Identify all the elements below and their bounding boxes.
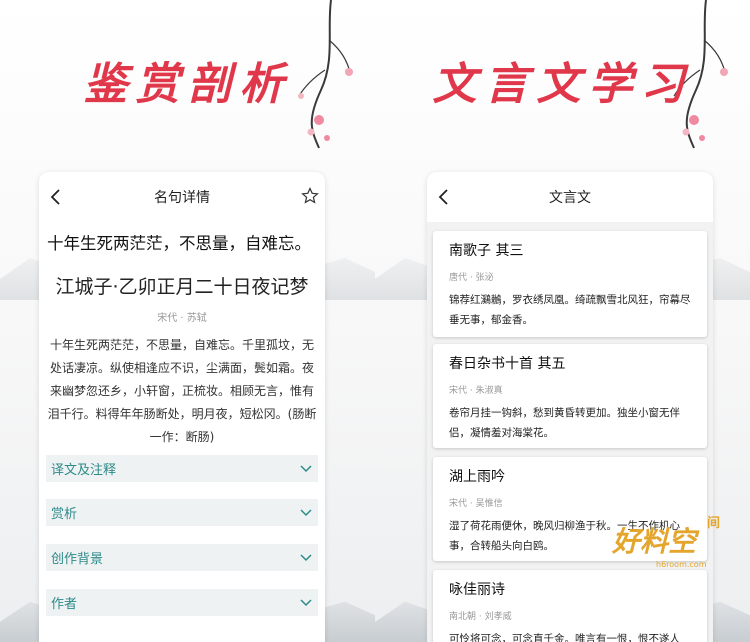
card-author: 宋代 · 吴惟信 <box>449 499 503 509</box>
poem-card[interactable]: 春日杂书十首 其五 宋代 · 朱淑真 卷帘月挂一钩斜，愁到黄昏转更加。独坐小窗无… <box>433 344 707 448</box>
card-author: 唐代 · 张泌 <box>449 273 494 283</box>
card-excerpt: 可怜将可念，可念直千金。唯言有一恨，恨不遂人 <box>449 633 680 642</box>
card-excerpt: 锦荐红鸂鶒，罗衣绣凤凰。绮疏飘雪北风狂，帘幕尽垂无事，郁金香。 <box>449 294 691 326</box>
back-arrow-icon[interactable] <box>435 186 453 208</box>
nav-bar: 名句详情 <box>39 172 325 222</box>
section-label: 赏析 <box>51 507 78 522</box>
hero-title: 鉴赏剖析 <box>83 59 292 110</box>
chevron-down-icon <box>300 464 312 472</box>
chevron-down-icon <box>300 508 312 516</box>
poem-body: 十年生死两茫茫，不思量，自难忘。千里孤坟，无处话凄凉。纵使相逢应不识，尘满面，鬓… <box>47 338 317 444</box>
watermark-logo-small: 间 <box>707 516 721 531</box>
card-title: 湖上雨吟 <box>449 469 505 485</box>
watermark-url: h6room.com <box>656 560 707 569</box>
card-author: 南北朝 · 刘孝威 <box>449 612 512 622</box>
section-appreciation[interactable]: 赏析 <box>46 499 318 526</box>
section-label: 译文及注释 <box>51 463 117 478</box>
watermark-logo-text: 好料空 <box>612 525 697 558</box>
nav-title: 名句详情 <box>154 190 210 206</box>
section-label: 创作背景 <box>51 552 104 567</box>
section-author[interactable]: 作者 <box>46 589 318 616</box>
hero-title: 文言文学习 <box>432 59 693 110</box>
card-title: 春日杂书十首 其五 <box>449 356 566 372</box>
detail-screen: 名句详情 十年生死两茫茫，不思量，自难忘。 江城子·乙卯正月二十日夜记梦 宋代 … <box>39 172 325 642</box>
poem-card[interactable]: 南歌子 其三 唐代 · 张泌 锦荐红鸂鶒，罗衣绣凤凰。绮疏飘雪北风狂，帘幕尽垂无… <box>433 231 707 337</box>
card-title: 南歌子 其三 <box>449 243 524 259</box>
poem-card[interactable]: 咏佳丽诗 南北朝 · 刘孝威 可怜将可念，可念直千金。唯言有一恨，恨不遂人 <box>433 570 707 642</box>
nav-title: 文言文 <box>549 190 591 206</box>
back-arrow-icon[interactable] <box>47 186 65 208</box>
card-excerpt: 卷帘月挂一钩斜，愁到黄昏转更加。独坐小窗无伴侣，凝情羞对海棠花。 <box>449 407 680 439</box>
card-author: 宋代 · 朱淑真 <box>449 386 503 396</box>
card-title: 咏佳丽诗 <box>449 582 505 598</box>
nav-bar: 文言文 <box>427 172 713 222</box>
poem-title: 江城子·乙卯正月二十日夜记梦 <box>55 276 309 298</box>
chevron-down-icon <box>300 553 312 561</box>
poem-author: 宋代 · 苏轼 <box>157 313 207 324</box>
section-label: 作者 <box>51 597 78 612</box>
section-translation[interactable]: 译文及注释 <box>46 455 318 482</box>
site-watermark: 好料空 间 h6room.com <box>612 512 730 574</box>
favorite-star-icon[interactable] <box>301 187 319 205</box>
famous-quote: 十年生死两茫茫，不思量，自难忘。 <box>47 234 311 253</box>
section-background[interactable]: 创作背景 <box>46 544 318 571</box>
chevron-down-icon <box>300 598 312 606</box>
